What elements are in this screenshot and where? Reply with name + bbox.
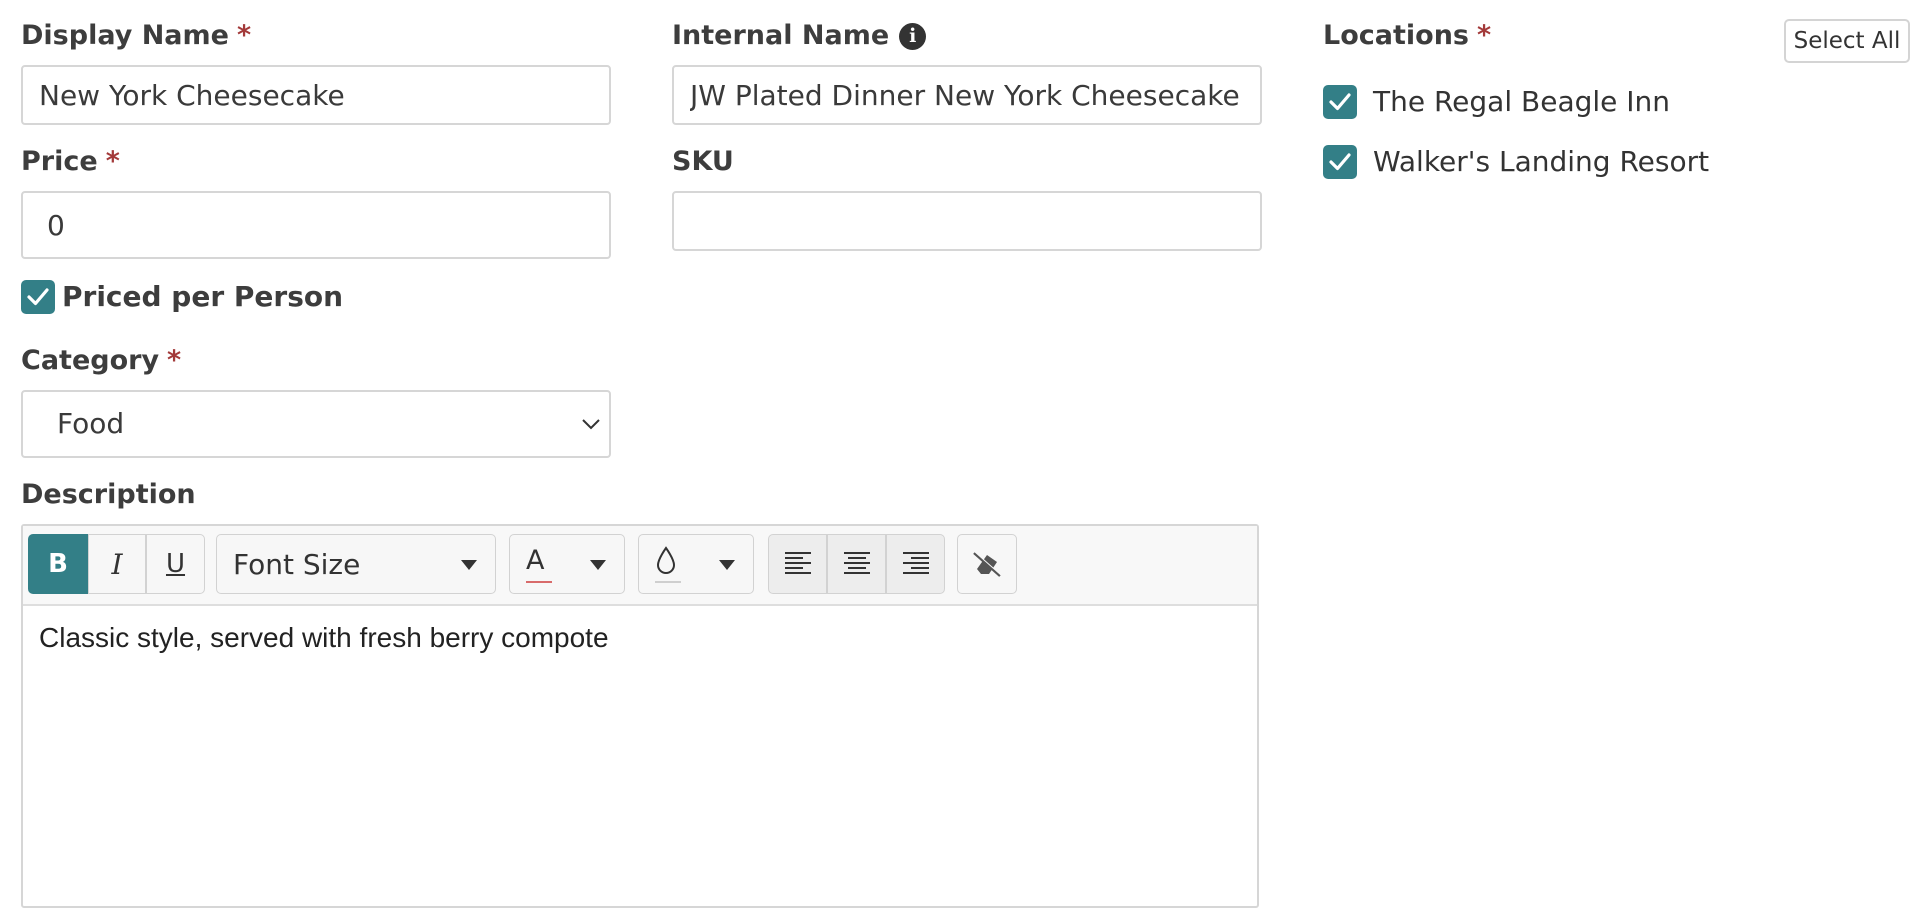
category-label: Category * [21,345,181,376]
display-name-input[interactable] [21,65,611,125]
required-marker: * [105,146,120,177]
align-right-button[interactable] [886,534,945,594]
price-label-text: Price [21,146,98,177]
editor-toolbar: B I U Font Size A [23,526,1257,606]
align-right-icon [902,552,929,574]
font-color-button[interactable]: A [509,534,625,594]
font-size-label: Font Size [233,547,361,581]
check-icon [27,288,49,306]
background-color-underline [655,581,681,583]
required-marker: * [1476,20,1492,51]
display-name-label: Display Name * [21,20,251,51]
required-marker: * [236,20,252,51]
locations-label: Locations * [1323,20,1491,51]
chevron-down-icon [582,419,600,430]
select-all-button[interactable]: Select All [1784,19,1910,63]
background-color-button[interactable] [638,534,754,594]
bold-button[interactable]: B [28,534,88,594]
location-label-walkers-landing[interactable]: Walker's Landing Resort [1373,145,1709,178]
caret-down-icon [461,560,477,570]
caret-down-icon [719,560,735,570]
clear-formatting-button[interactable] [957,534,1017,594]
align-center-button[interactable] [827,534,886,594]
location-checkbox-regal-beagle[interactable] [1323,85,1357,119]
internal-name-label: Internal Name i [672,20,927,51]
priced-per-person-checkbox[interactable] [21,280,55,314]
category-label-text: Category [21,345,160,376]
font-color-icon: A [526,544,545,576]
check-icon [1329,93,1351,111]
check-icon [1329,153,1351,171]
font-size-dropdown[interactable]: Font Size [216,534,496,594]
required-marker: * [167,345,182,376]
align-left-button[interactable] [768,534,827,594]
italic-icon: I [111,547,123,581]
internal-name-input[interactable] [672,65,1262,125]
priced-per-person-label[interactable]: Priced per Person [62,280,343,313]
location-label-regal-beagle[interactable]: The Regal Beagle Inn [1373,85,1670,118]
underline-icon: U [165,549,186,579]
description-editor: B I U Font Size A Classic style, served … [21,524,1259,908]
price-input[interactable] [21,191,611,259]
align-center-icon [843,552,870,574]
caret-down-icon [590,560,606,570]
description-text[interactable]: Classic style, served with fresh berry c… [39,622,609,654]
info-icon[interactable]: i [899,23,927,50]
font-color-underline [526,581,552,583]
display-name-label-text: Display Name [21,20,229,51]
internal-name-label-text: Internal Name [672,20,890,51]
description-label-text: Description [21,479,196,510]
sku-label-text: SKU [672,146,734,177]
category-select[interactable]: Food [21,390,611,458]
description-label: Description [21,479,196,510]
location-checkbox-walkers-landing[interactable] [1323,145,1357,179]
bold-icon: B [48,549,68,579]
locations-label-text: Locations [1323,20,1469,51]
align-left-icon [784,552,811,574]
italic-button[interactable]: I [88,534,146,594]
sku-label: SKU [672,146,734,177]
price-label: Price * [21,146,120,177]
underline-button[interactable]: U [146,534,205,594]
eraser-icon [973,551,1002,577]
droplet-icon [656,546,676,574]
category-selected-value: Food [57,407,125,440]
sku-input[interactable] [672,191,1262,251]
